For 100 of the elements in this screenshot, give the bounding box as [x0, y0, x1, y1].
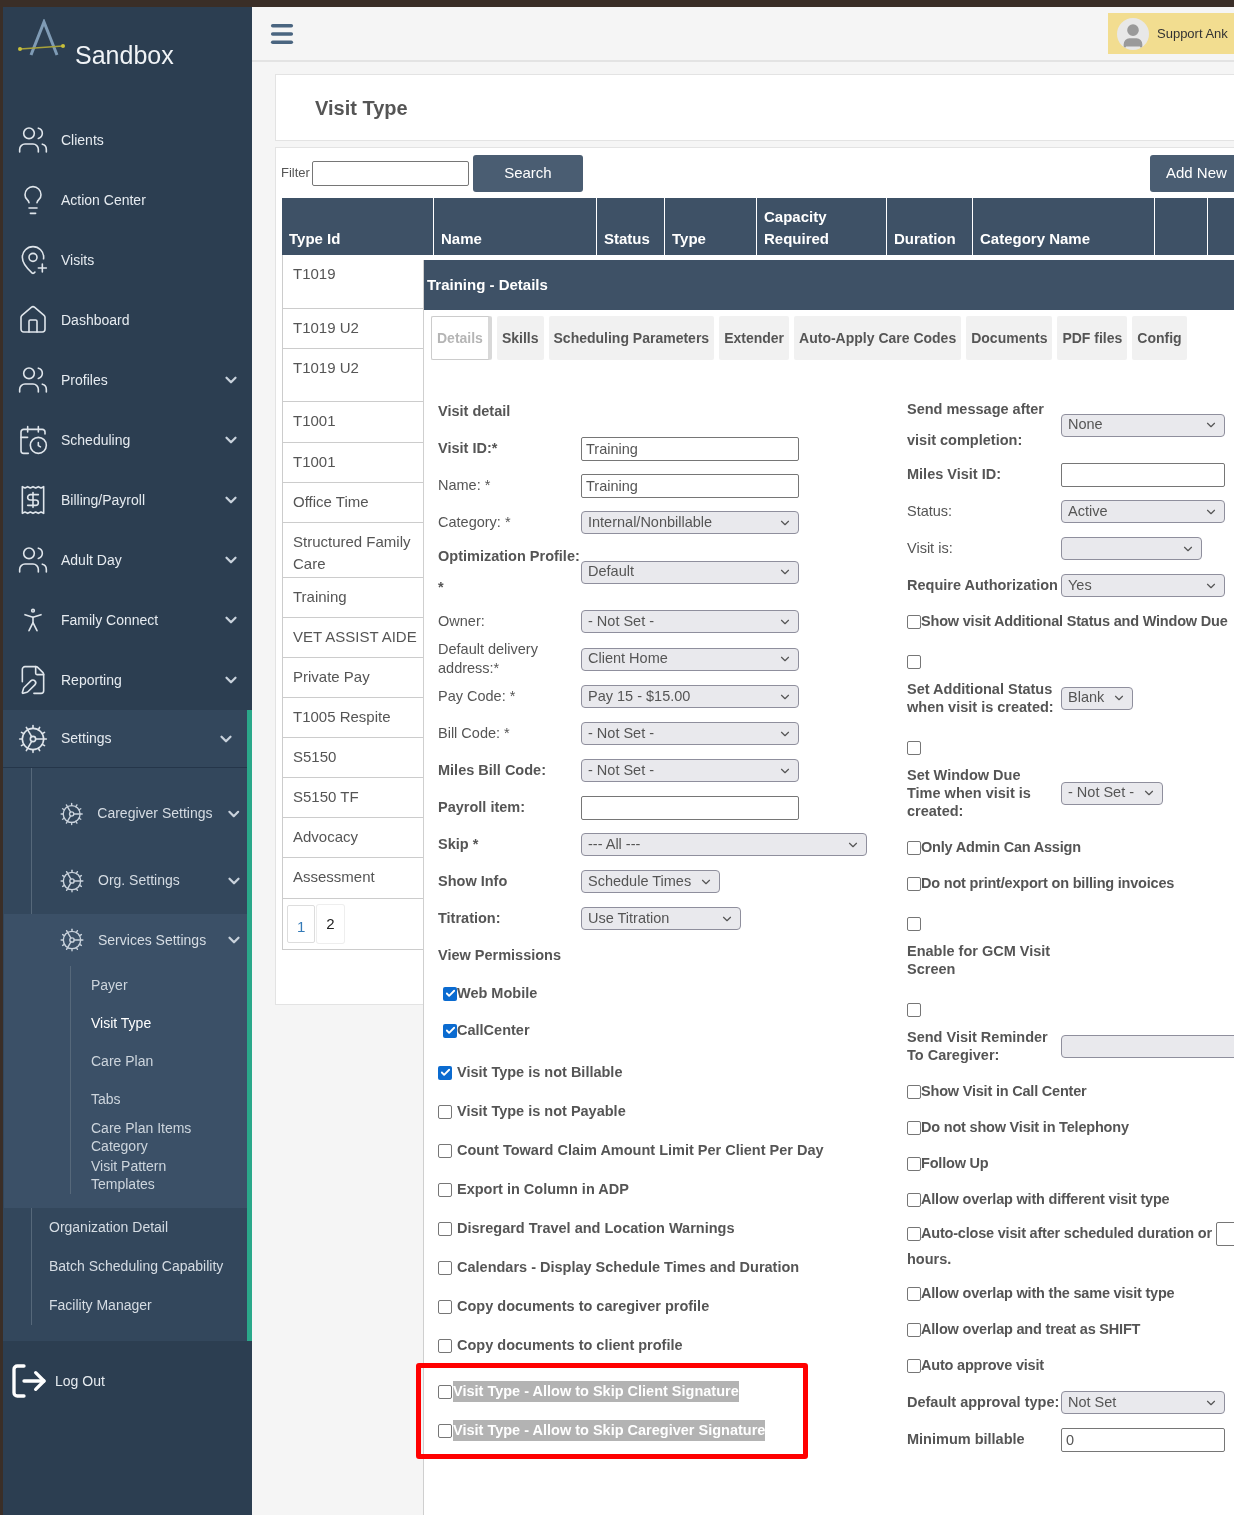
nav-link[interactable]: Caregiver Settings: [32, 780, 247, 847]
nav-link[interactable]: Adult Day: [3, 530, 252, 590]
dropdown[interactable]: Active: [1061, 500, 1225, 523]
checkbox-label: Send Visit Reminder To Caregiver:: [907, 1028, 1049, 1064]
page-button[interactable]: 2: [317, 905, 344, 943]
checkbox-label: Allow overlap and treat as SHIFT: [921, 1320, 1141, 1340]
checkbox[interactable]: [907, 841, 921, 855]
tab[interactable]: Documents: [966, 316, 1053, 360]
checkbox-label: Copy documents to caregiver profile: [457, 1296, 710, 1316]
field-label: Send message after visit completion:: [907, 400, 1045, 450]
dropdown[interactable]: Use Titration: [581, 907, 741, 930]
checkbox[interactable]: [907, 1359, 921, 1373]
nav-link[interactable]: Care Plan: [71, 1042, 247, 1080]
nav-link[interactable]: Tabs: [71, 1080, 247, 1118]
text-field[interactable]: [1061, 462, 1225, 487]
text-field[interactable]: Training: [581, 473, 799, 498]
nav-link[interactable]: Organization Detail: [32, 1208, 247, 1247]
logout-link[interactable]: Log Out: [3, 1353, 252, 1409]
checkbox[interactable]: [907, 1323, 921, 1337]
field-label: Titration:: [438, 909, 502, 928]
text-field[interactable]: Training: [581, 436, 799, 461]
search-button[interactable]: Search: [472, 154, 583, 192]
dropdown[interactable]: Client Home: [581, 647, 799, 671]
nav-link[interactable]: Settings: [3, 710, 247, 768]
dropdown[interactable]: Internal/Nonbillable: [581, 511, 799, 534]
nav-link[interactable]: Reporting: [3, 650, 252, 710]
checkbox[interactable]: [907, 655, 921, 669]
tab[interactable]: Scheduling Parameters: [548, 316, 715, 360]
checkbox[interactable]: [438, 1221, 452, 1236]
checkbox[interactable]: [907, 615, 921, 629]
field-label: Require Authorization: [907, 576, 1059, 595]
checkbox[interactable]: [907, 1003, 921, 1017]
nav-link[interactable]: Profiles: [3, 350, 252, 410]
dropdown[interactable]: Blank: [1061, 686, 1134, 710]
checkbox[interactable]: [438, 1260, 452, 1275]
dropdown[interactable]: Default: [581, 560, 799, 584]
checkbox[interactable]: [907, 1157, 921, 1171]
nav-link[interactable]: Facility Manager: [32, 1286, 247, 1325]
people-icon: [17, 544, 49, 576]
checkbox[interactable]: [438, 1143, 452, 1158]
checkbox[interactable]: [438, 1423, 452, 1438]
checkbox[interactable]: [443, 1023, 457, 1038]
dropdown[interactable]: Pay 15 - $15.00: [581, 685, 799, 708]
checkbox[interactable]: [907, 1085, 921, 1099]
tab[interactable]: Config: [1132, 316, 1187, 360]
nav-link[interactable]: Visits: [3, 230, 252, 290]
gear-icon: [59, 867, 85, 894]
page-button[interactable]: 1: [287, 905, 316, 943]
checkbox[interactable]: [438, 1065, 452, 1080]
add-new-button[interactable]: Add New: [1150, 154, 1234, 192]
dropdown[interactable]: - Not Set -: [1061, 781, 1164, 805]
dropdown[interactable]: Schedule Times: [581, 870, 721, 893]
checkbox[interactable]: [443, 986, 457, 1001]
avatar-icon: [1117, 17, 1149, 50]
nav-link[interactable]: Visit Pattern Templates: [71, 1156, 247, 1194]
gear-icon: [59, 927, 85, 953]
nav-link[interactable]: Batch Scheduling Capability: [32, 1247, 247, 1286]
checkbox[interactable]: [438, 1338, 452, 1353]
dropdown[interactable]: --- All ---: [581, 833, 867, 856]
nav-link[interactable]: Scheduling: [3, 410, 252, 470]
dropdown[interactable]: [1061, 1034, 1234, 1058]
checkbox[interactable]: [438, 1104, 452, 1119]
dropdown[interactable]: Not Set: [1061, 1391, 1225, 1414]
tab[interactable]: PDF files: [1057, 316, 1128, 360]
filter-field[interactable]: [311, 160, 469, 186]
dropdown[interactable]: - Not Set -: [581, 610, 799, 633]
checkbox[interactable]: [907, 877, 921, 891]
nav-link[interactable]: Dashboard: [3, 290, 252, 350]
dropdown[interactable]: Yes: [1061, 574, 1225, 597]
dropdown[interactable]: [1061, 537, 1202, 560]
checkbox[interactable]: [907, 1121, 921, 1135]
tab[interactable]: Extender: [719, 316, 790, 360]
nav-link[interactable]: Care Plan Items Category: [71, 1118, 247, 1156]
tab[interactable]: Auto-Apply Care Codes: [794, 316, 962, 360]
dropdown[interactable]: - Not Set -: [581, 759, 799, 782]
text-field[interactable]: 0: [1061, 1427, 1225, 1452]
nav-link[interactable]: Services Settings: [32, 914, 247, 966]
checkbox[interactable]: [907, 1227, 921, 1241]
user-menu-button[interactable]: Support Ank: [1108, 13, 1234, 54]
dropdown[interactable]: None: [1061, 413, 1225, 437]
nav-link[interactable]: Payer: [71, 966, 247, 1004]
checkbox[interactable]: [907, 1287, 921, 1301]
field-label: Minimum billable: [907, 1430, 1026, 1449]
checkbox[interactable]: [438, 1384, 452, 1399]
checkbox[interactable]: [907, 741, 921, 755]
nav-link[interactable]: Clients: [3, 110, 252, 170]
column-header: Duration: [887, 198, 973, 255]
nav-link[interactable]: Action Center: [3, 170, 252, 230]
checkbox[interactable]: [907, 917, 921, 931]
checkbox[interactable]: [438, 1182, 452, 1197]
nav-link[interactable]: Billing/Payroll: [3, 470, 252, 530]
checkbox[interactable]: [438, 1299, 452, 1314]
nav-link[interactable]: Org. Settings: [32, 847, 247, 914]
column-header: Status: [597, 198, 665, 255]
tab[interactable]: Skills: [496, 316, 544, 360]
nav-link[interactable]: Visit Type: [71, 1004, 247, 1042]
nav-link[interactable]: Family Connect: [3, 590, 252, 650]
dropdown[interactable]: - Not Set -: [581, 722, 799, 745]
checkbox[interactable]: [907, 1193, 921, 1207]
text-field[interactable]: [581, 795, 799, 820]
